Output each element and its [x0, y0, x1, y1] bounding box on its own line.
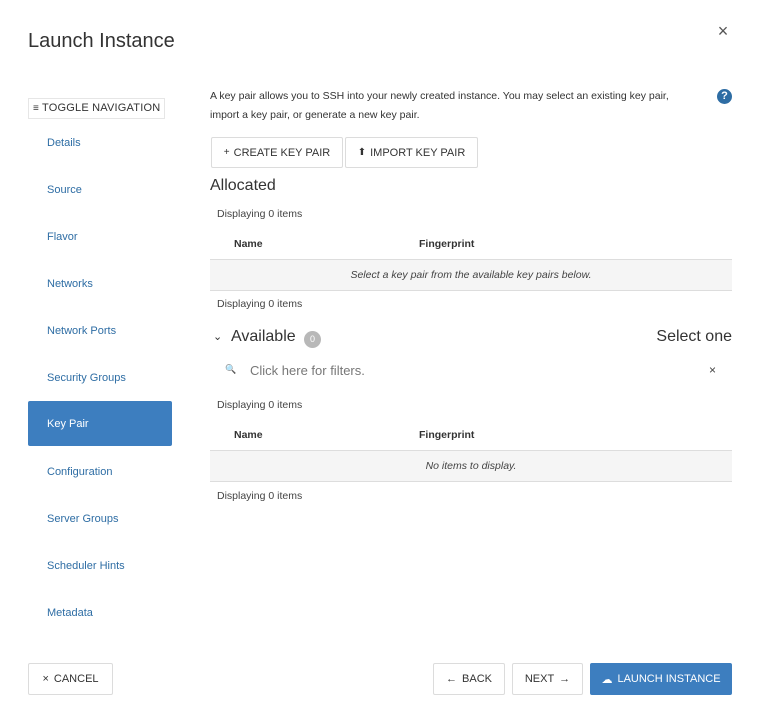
nav-item-metadata[interactable]: Metadata	[28, 589, 172, 636]
column-fingerprint[interactable]: Fingerprint	[419, 238, 474, 250]
wizard-nav: Details Source Flavor Networks Network P…	[28, 119, 172, 636]
description-line-2: import a key pair, or generate a new key…	[210, 109, 420, 121]
column-name[interactable]: Name	[234, 429, 263, 441]
nav-item-flavor[interactable]: Flavor	[28, 213, 172, 260]
available-count-bottom: Displaying 0 items	[217, 490, 303, 502]
filter-input[interactable]	[250, 358, 690, 383]
cancel-label: CANCEL	[53, 673, 99, 685]
nav-item-network-ports[interactable]: Network Ports	[28, 307, 172, 354]
allocated-table-header: Name Fingerprint	[210, 228, 732, 260]
allocated-count-top: Displaying 0 items	[217, 208, 303, 220]
nav-item-scheduler-hints[interactable]: Scheduler Hints	[28, 542, 172, 589]
back-button[interactable]: ← BACK	[433, 663, 505, 695]
cloud-upload-icon: ☁	[601, 673, 613, 686]
allocated-title: Allocated	[210, 177, 276, 194]
next-label: NEXT	[524, 673, 555, 685]
close-icon[interactable]: ×	[712, 20, 734, 42]
next-button[interactable]: NEXT →	[512, 663, 583, 695]
available-table-header: Name Fingerprint	[210, 419, 732, 451]
nav-item-security-groups[interactable]: Security Groups	[28, 354, 172, 401]
filter-bar: 🔍 ×	[210, 358, 732, 383]
close-icon: ×	[42, 673, 49, 685]
column-name[interactable]: Name	[234, 238, 263, 250]
modal-title: Launch Instance	[28, 30, 175, 52]
available-count-badge: 0	[304, 331, 321, 348]
toggle-navigation-label: TOGGLE NAVIGATION	[42, 102, 161, 114]
nav-item-server-groups[interactable]: Server Groups	[28, 495, 172, 542]
launch-instance-button[interactable]: ☁ LAUNCH INSTANCE	[590, 663, 732, 695]
available-title[interactable]: Available	[231, 328, 296, 346]
column-fingerprint[interactable]: Fingerprint	[419, 429, 474, 441]
upload-icon: ⬆	[357, 147, 367, 158]
nav-item-details[interactable]: Details	[28, 119, 172, 166]
chevron-down-icon[interactable]: ⌄	[213, 330, 222, 343]
allocated-empty-row: Select a key pair from the available key…	[210, 260, 732, 291]
available-header: ⌄ Available 0 Select one	[210, 326, 732, 352]
key-pair-description: A key pair allows you to SSH into your n…	[210, 87, 710, 125]
nav-item-source[interactable]: Source	[28, 166, 172, 213]
create-key-pair-label: CREATE KEY PAIR	[233, 146, 331, 159]
create-key-pair-button[interactable]: + CREATE KEY PAIR	[211, 137, 343, 168]
launch-instance-label: LAUNCH INSTANCE	[617, 673, 721, 685]
available-empty-row: No items to display.	[210, 451, 732, 482]
nav-item-networks[interactable]: Networks	[28, 260, 172, 307]
allocated-count-bottom: Displaying 0 items	[217, 298, 303, 310]
available-count-top: Displaying 0 items	[217, 399, 303, 411]
toggle-navigation-button[interactable]: ≡ TOGGLE NAVIGATION	[28, 98, 166, 119]
help-icon[interactable]: ?	[717, 89, 732, 104]
menu-icon: ≡	[33, 103, 40, 114]
import-key-pair-button[interactable]: ⬆ IMPORT KEY PAIR	[345, 137, 478, 168]
arrow-right-icon: →	[559, 673, 571, 685]
description-line-1: A key pair allows you to SSH into your n…	[210, 90, 669, 102]
back-label: BACK	[462, 673, 492, 685]
plus-icon: +	[223, 147, 230, 158]
import-key-pair-label: IMPORT KEY PAIR	[370, 146, 466, 159]
search-icon: 🔍	[225, 364, 237, 374]
arrow-left-icon: ←	[446, 673, 458, 685]
select-one-label: Select one	[656, 328, 732, 345]
clear-filter-icon[interactable]: ×	[709, 363, 716, 377]
cancel-button[interactable]: × CANCEL	[28, 663, 113, 695]
nav-item-configuration[interactable]: Configuration	[28, 448, 172, 495]
nav-item-key-pair[interactable]: Key Pair	[28, 401, 172, 446]
